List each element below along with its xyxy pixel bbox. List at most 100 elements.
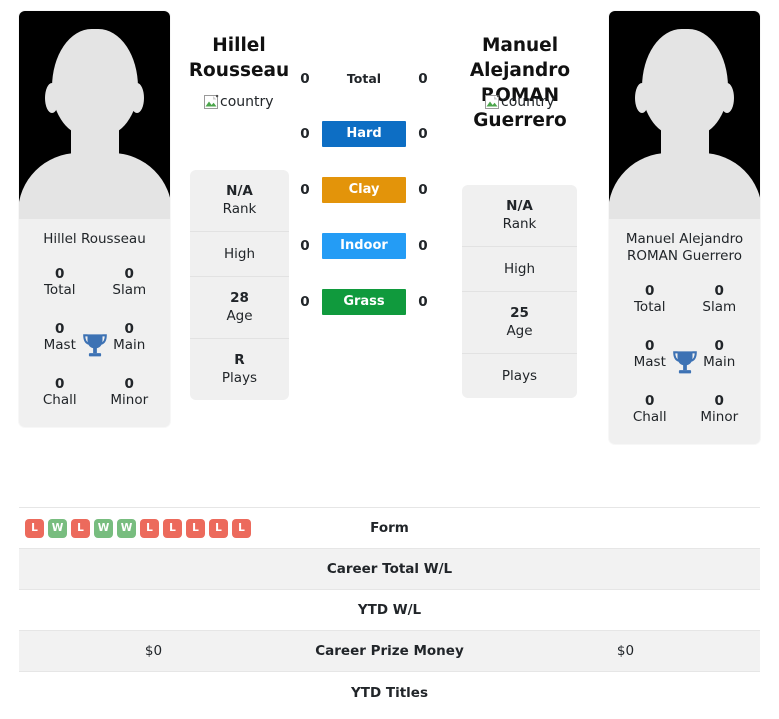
surface-badge-clay[interactable]: Clay bbox=[322, 177, 406, 203]
broken-image-icon bbox=[485, 94, 500, 109]
table-row-career-total-wl: Career Total W/L bbox=[19, 549, 760, 590]
info-label: Plays bbox=[501, 368, 538, 384]
headline-name-right: Manuel Alejandro ROMAN Guerrero bbox=[438, 33, 602, 133]
h2h-total-label: Total bbox=[346, 71, 382, 86]
h2h-grass-left-value: 0 bbox=[300, 294, 310, 310]
row-label-ytd-titles: YTD Titles bbox=[351, 684, 428, 701]
table-row-ytd-titles: YTD Titles bbox=[19, 672, 760, 713]
headline-name-left: Hillel Rousseau bbox=[175, 33, 303, 83]
info-cell-high-left: High bbox=[190, 232, 289, 277]
title-stat-value: 0 bbox=[714, 393, 724, 409]
row-label-ytd-wl: YTD W/L bbox=[357, 602, 422, 618]
title-stat-label: Total bbox=[43, 282, 76, 298]
title-stat-value: 0 bbox=[645, 283, 655, 299]
player-name-left-line1: Hillel Rousseau bbox=[43, 231, 146, 247]
form-badge-l-5: L bbox=[140, 518, 159, 538]
title-stat-label: Chall bbox=[42, 392, 77, 408]
h2h-hard-left-value: 0 bbox=[300, 126, 310, 142]
trophy-icon bbox=[672, 350, 697, 373]
h2h-row-total: 0 Total 0 bbox=[298, 66, 430, 92]
title-stat-minor-left: 0 Minor bbox=[95, 376, 165, 409]
form-badge-l-0: L bbox=[25, 518, 44, 538]
title-stat-value: 0 bbox=[55, 376, 65, 392]
table-row-form: LWLWWLLLLL Form bbox=[19, 508, 760, 549]
player-card-left[interactable]: Hillel Rousseau 0 Total 0 Slam 0 Mast 0 … bbox=[19, 11, 170, 427]
country-flag-left: country bbox=[203, 93, 274, 111]
form-badge-l-7: L bbox=[186, 518, 205, 538]
player-name-right-line2: ROMAN Guerrero bbox=[627, 248, 742, 264]
title-stat-label: Slam bbox=[112, 282, 147, 298]
info-cell-rank-left: N/A Rank bbox=[190, 170, 289, 232]
career-prize-money-right: $0 bbox=[616, 643, 635, 659]
titles-grid-right: 0 Total 0 Slam 0 Mast 0 Main 0 Chall 0 M… bbox=[609, 279, 760, 444]
h2h-indoor-left-value: 0 bbox=[300, 238, 310, 254]
row-label-career-prize-money: Career Prize Money bbox=[315, 643, 464, 659]
title-stat-minor-right: 0 Minor bbox=[685, 393, 755, 426]
country-flag-right: country bbox=[484, 93, 555, 111]
headline-name-right-line1: Manuel Alejandro bbox=[469, 35, 571, 81]
table-row-ytd-wl: YTD W/L bbox=[19, 590, 760, 631]
table-row-career-prize-money: $0 Career Prize Money $0 bbox=[19, 631, 760, 672]
player-card-right[interactable]: Manuel Alejandro ROMAN Guerrero 0 Total … bbox=[609, 11, 760, 444]
career-prize-money-left: $0 bbox=[144, 643, 163, 659]
info-label: Rank bbox=[222, 201, 257, 217]
player-info-card-right: N/A Rank High 25 Age Plays bbox=[462, 185, 577, 398]
avatar-silhouette-ear-left bbox=[635, 83, 649, 113]
info-value: N/A bbox=[506, 198, 533, 214]
h2h-total-right-value: 0 bbox=[418, 71, 428, 87]
title-stat-label: Minor bbox=[700, 409, 739, 425]
form-badge-w-4: W bbox=[117, 518, 136, 538]
info-value: 28 bbox=[230, 290, 249, 306]
title-stat-value: 0 bbox=[645, 393, 655, 409]
title-stat-value: 0 bbox=[55, 266, 65, 282]
info-value: R bbox=[234, 352, 245, 368]
comparison-header-area: Hillel Rousseau 0 Total 0 Slam 0 Mast 0 … bbox=[0, 0, 779, 500]
player-name-right: Manuel Alejandro ROMAN Guerrero bbox=[609, 219, 760, 279]
player-info-card-left: N/A Rank High 28 Age R Plays bbox=[190, 170, 289, 400]
h2h-clay-left-value: 0 bbox=[300, 182, 310, 198]
form-badge-w-1: W bbox=[48, 518, 67, 538]
broken-image-icon bbox=[204, 94, 219, 109]
info-cell-plays-left: R Plays bbox=[190, 339, 289, 400]
avatar-silhouette-body bbox=[609, 153, 760, 219]
info-label: High bbox=[503, 261, 536, 277]
form-badge-l-9: L bbox=[232, 518, 251, 538]
title-stat-label: Slam bbox=[702, 299, 737, 315]
h2h-row-clay: 0 Clay 0 bbox=[298, 177, 430, 203]
info-value: 25 bbox=[510, 305, 529, 321]
player-photo-left bbox=[19, 11, 170, 219]
h2h-clay-right-value: 0 bbox=[418, 182, 428, 198]
title-stat-label: Chall bbox=[632, 409, 667, 425]
title-stat-total-left: 0 Total bbox=[25, 266, 95, 299]
title-stat-chall-left: 0 Chall bbox=[25, 376, 95, 409]
info-label: Age bbox=[506, 323, 533, 339]
h2h-grass-right-value: 0 bbox=[418, 294, 428, 310]
surface-badge-grass[interactable]: Grass bbox=[322, 289, 406, 315]
info-value: N/A bbox=[226, 183, 253, 199]
title-stat-value: 0 bbox=[124, 266, 134, 282]
h2h-indoor-right-value: 0 bbox=[418, 238, 428, 254]
info-cell-age-left: 28 Age bbox=[190, 277, 289, 339]
info-cell-age-right: 25 Age bbox=[462, 292, 577, 354]
trophy-icon bbox=[82, 333, 107, 356]
surface-badge-hard[interactable]: Hard bbox=[322, 121, 406, 147]
info-label: Rank bbox=[502, 216, 537, 232]
title-stat-value: 0 bbox=[714, 283, 724, 299]
player-name-right-line1: Manuel Alejandro bbox=[625, 231, 744, 247]
headline-name-left-line1: Hillel bbox=[212, 35, 266, 56]
form-badge-w-3: W bbox=[94, 518, 113, 538]
title-stat-slam-left: 0 Slam bbox=[95, 266, 165, 299]
title-stat-value: 0 bbox=[124, 376, 134, 392]
avatar-silhouette-body bbox=[19, 153, 170, 219]
row-label-career-total-wl: Career Total W/L bbox=[326, 561, 453, 577]
title-stat-label: Total bbox=[633, 299, 666, 315]
title-stat-chall-right: 0 Chall bbox=[615, 393, 685, 426]
surface-badge-indoor[interactable]: Indoor bbox=[322, 233, 406, 259]
h2h-total-left-value: 0 bbox=[300, 71, 310, 87]
titles-grid-left: 0 Total 0 Slam 0 Mast 0 Main 0 Chall 0 M… bbox=[19, 262, 170, 427]
form-badge-l-6: L bbox=[163, 518, 182, 538]
player-photo-right bbox=[609, 11, 760, 219]
country-alt-text-left: country bbox=[220, 94, 274, 110]
title-stat-slam-right: 0 Slam bbox=[685, 283, 755, 316]
h2h-row-indoor: 0 Indoor 0 bbox=[298, 233, 430, 259]
